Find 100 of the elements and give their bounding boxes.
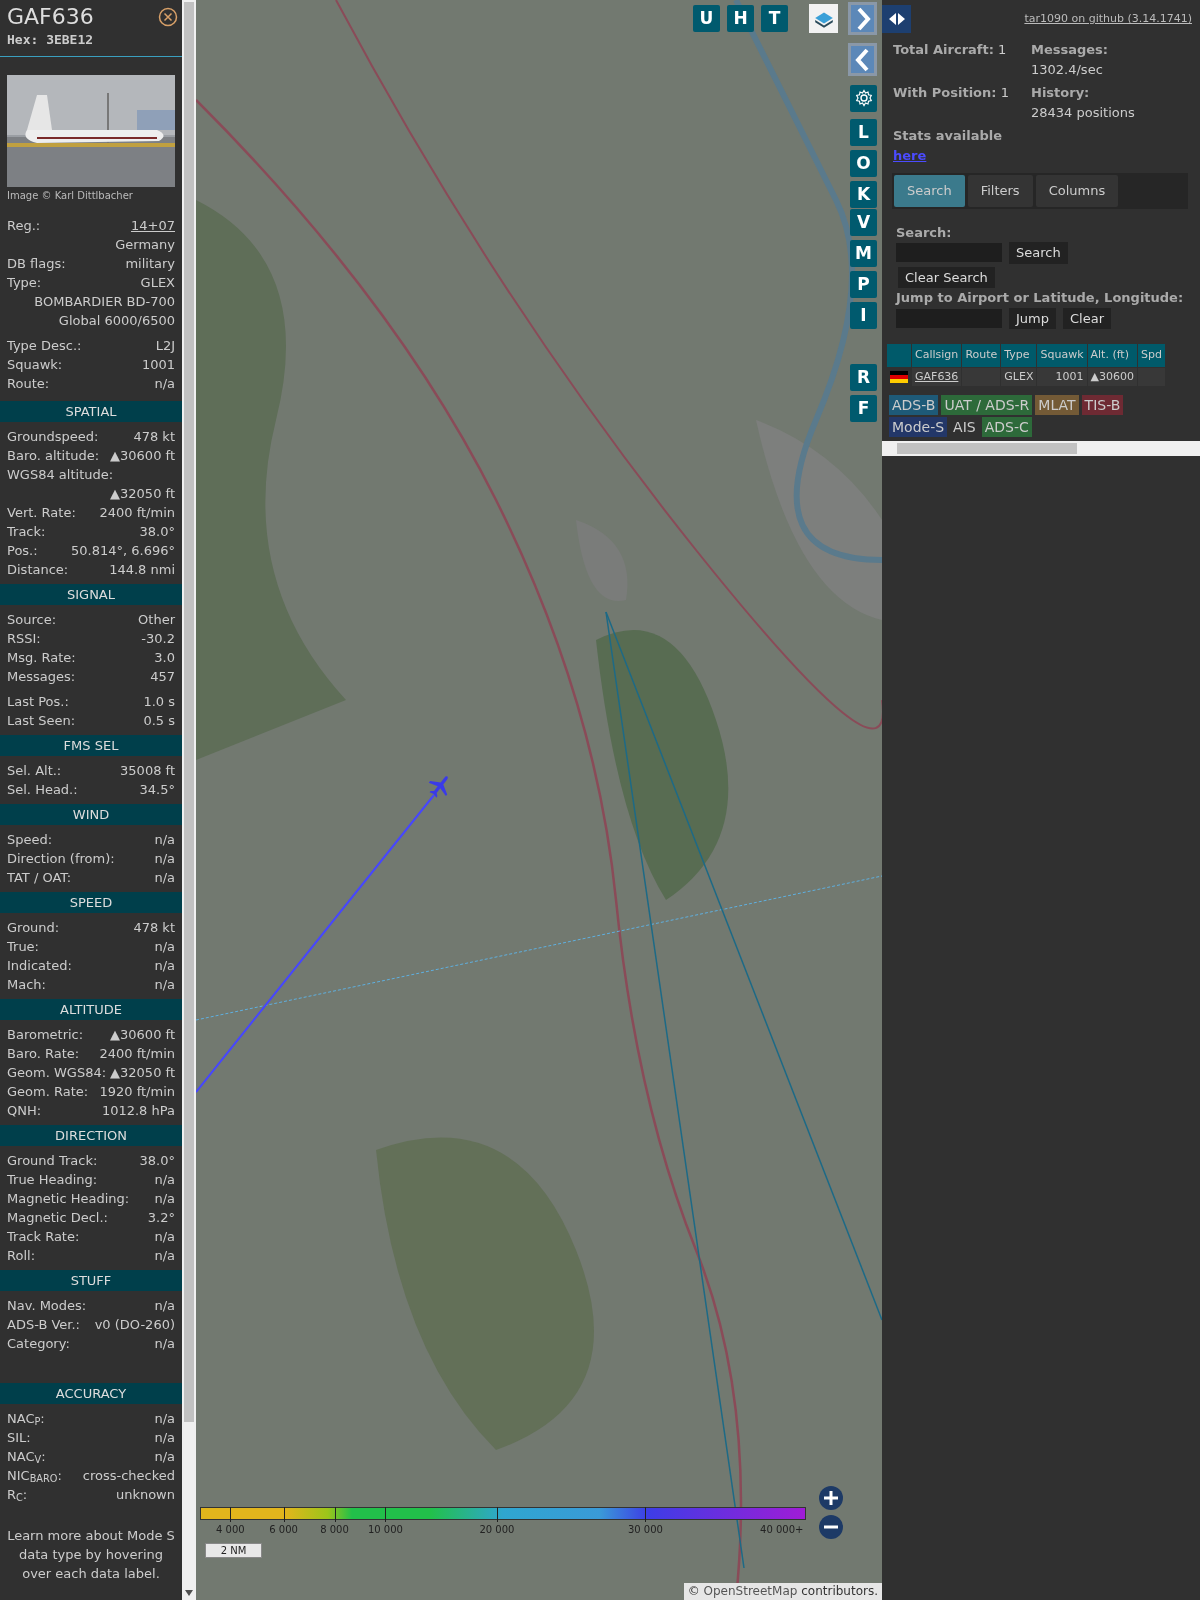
search-label: Search: (896, 223, 953, 242)
layers-button[interactable] (809, 4, 838, 33)
field-value: 34.5° (139, 780, 175, 799)
map-toggle-button[interactable]: K (850, 181, 877, 208)
table-cell: GLEX (1001, 367, 1037, 386)
map-toggle-button[interactable]: L (850, 119, 877, 146)
tab[interactable]: Columns (1035, 175, 1119, 207)
expand-button[interactable] (848, 2, 877, 35)
field-value: ▲32050 ft (110, 1063, 175, 1082)
field-value: 50.814°, 6.696° (71, 541, 175, 560)
map-toggle-button[interactable]: V (850, 209, 877, 236)
field-label: Category: (7, 1334, 70, 1353)
field-label: Baro. Rate: (7, 1044, 80, 1063)
clear-search-button[interactable]: Clear Search (898, 266, 995, 288)
field-label: Ground Track: (7, 1151, 98, 1170)
search-button[interactable]: Search (1009, 242, 1068, 264)
field-value: n/a (154, 1447, 175, 1466)
table-cell: 1001 (1037, 367, 1087, 386)
field-value: 1.0 s (143, 692, 175, 711)
column-header[interactable]: Route (962, 344, 1001, 367)
field-value: n/a (154, 975, 175, 994)
field-value: n/a (154, 1409, 175, 1428)
field-value: n/a (154, 1170, 175, 1189)
field-value: 478 kt (133, 427, 175, 446)
map-toggle-button[interactable]: R (850, 364, 877, 391)
field-value: L2J (155, 336, 175, 355)
field-value: 38.0° (139, 1151, 175, 1170)
field-value: ▲30600 ft (110, 1025, 175, 1044)
map-toggle-button[interactable]: P (850, 271, 877, 298)
legend-label: 4 000 (216, 1523, 245, 1537)
toggle-sidebar-button[interactable] (882, 5, 911, 33)
field-label: Vert. Rate: (7, 503, 76, 522)
field-label: Sel. Head.: (7, 780, 78, 799)
field-label: Reg.: (7, 216, 41, 235)
zoom-out-icon[interactable] (819, 1515, 843, 1539)
section-header: WIND (0, 803, 182, 825)
table-header (887, 344, 911, 367)
column-header[interactable]: Alt. (ft) (1087, 344, 1137, 367)
stat-label: History: (1031, 85, 1090, 100)
map-toggle-button[interactable]: M (850, 240, 877, 267)
stat-value: 1 (1000, 85, 1009, 100)
close-icon[interactable] (158, 7, 178, 27)
field-label: Nav. Modes: (7, 1296, 87, 1315)
column-header[interactable]: Type (1001, 344, 1037, 367)
column-header[interactable]: Callsign (912, 344, 962, 367)
field-label: Type Desc.: (7, 336, 82, 355)
field-value: 35008 ft (120, 761, 175, 780)
column-header[interactable]: Spd (1137, 344, 1165, 367)
map-toggle-button[interactable]: I (850, 302, 877, 329)
version-link[interactable]: tar1090 on github (3.14.1741) (1024, 11, 1192, 28)
map-toggle-button[interactable]: T (761, 5, 788, 32)
settings-button[interactable] (850, 85, 877, 112)
legend-label: 20 000 (479, 1523, 515, 1537)
field-label: Track Rate: (7, 1227, 80, 1246)
field-label: Ground: (7, 918, 60, 937)
horizontal-scrollbar[interactable] (882, 441, 1200, 456)
field-label: Pos.: (7, 541, 38, 560)
field-value: 2400 ft/min (99, 1044, 175, 1063)
collapse-button[interactable] (848, 43, 877, 76)
field-label: Geom. WGS84: (7, 1063, 107, 1082)
field-label: Groundspeed: (7, 427, 99, 446)
field-label: WGS84 altitude: (7, 465, 114, 484)
field-label: Direction (from): (7, 849, 115, 868)
column-header[interactable]: Squawk (1037, 344, 1087, 367)
field-label: Last Pos.: (7, 692, 69, 711)
field-value: n/a (154, 956, 175, 975)
field-label: True Heading: (7, 1170, 98, 1189)
jump-button[interactable]: Jump (1009, 307, 1056, 329)
map-toggle-button[interactable]: U (693, 5, 720, 32)
attribution-link[interactable]: OpenStreetMap (703, 1584, 798, 1598)
map-toggle-button[interactable]: O (850, 150, 877, 177)
field-label: Messages: (7, 667, 76, 686)
footer-note: Learn more about Mode S data type by hovering over each data label. (6, 1526, 176, 1583)
photo-credit: Image © Karl Dittlbacher (7, 188, 134, 203)
stat-value: 1 (998, 42, 1007, 57)
stat-label: With Position: (893, 85, 997, 100)
registration-link[interactable]: 14+07 (131, 215, 175, 235)
field-label: Sel. Alt.: (7, 761, 62, 780)
clear-button[interactable]: Clear (1063, 307, 1111, 329)
scrollbar[interactable] (182, 0, 196, 1600)
source-tag: ADS-B (889, 395, 939, 415)
section-header: SPEED (0, 891, 182, 913)
legend-label: 10 000 (367, 1523, 403, 1537)
field-value: n/a (154, 374, 175, 393)
section-header: STUFF (0, 1269, 182, 1291)
field-value: BOMBARDIER BD-700 Global 6000/6500 (33, 292, 175, 330)
scroll-down-arrow-icon[interactable] (185, 1590, 193, 1596)
field-label: Squawk: (7, 355, 63, 374)
map-toggle-button[interactable]: H (727, 5, 754, 32)
field-label: SIL: (7, 1428, 31, 1447)
map-toggle-button[interactable]: F (850, 395, 877, 422)
zoom-in-icon[interactable] (819, 1486, 843, 1510)
section-header: FMS SEL (0, 734, 182, 756)
source-tag: MLAT (1035, 395, 1079, 415)
field-value: 1012.8 hPa (101, 1101, 175, 1120)
tab[interactable]: Filters (967, 175, 1033, 207)
field-value: 457 (150, 667, 175, 686)
field-label: Distance: (7, 560, 69, 579)
field-label: Baro. altitude: (7, 446, 100, 465)
callsign: GAF636 (7, 4, 94, 30)
